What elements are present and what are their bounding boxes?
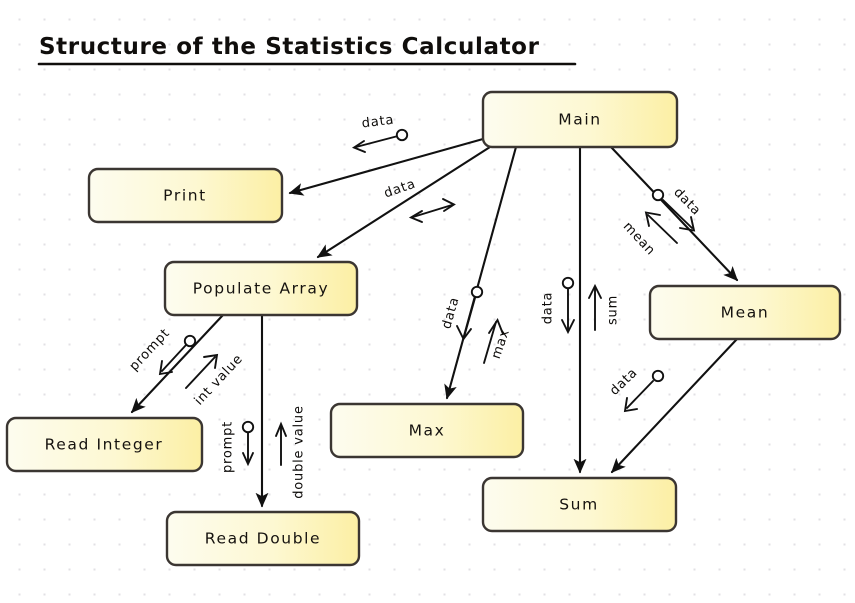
node-read-integer[interactable]: Read Integer [5,416,204,473]
node-read-double[interactable]: Read Double [165,510,361,567]
edge-main-populate-marker [408,198,456,223]
edge-main-max: data [439,145,518,400]
edge-readint-populate: int value [185,352,246,409]
edge-mean-sum: data [607,337,739,474]
page-title: Structure of the Statistics Calculator [37,34,577,66]
edge-main-print-label: data [361,113,395,132]
edge-readdbl-populate-label: double value [292,405,307,499]
edge-mean-main-label: mean [620,219,658,259]
edge-main-sum-label: data [541,292,556,324]
page-title-text: Structure of the Statistics Calculator [39,34,540,60]
edge-main-print-marker [351,128,409,153]
node-max[interactable]: Max [329,402,525,459]
diagram-canvas: Structure of the Statistics Calculator d… [0,0,855,603]
edge-sum-main-label: sum [606,295,621,325]
edge-main-sum: data [541,145,587,474]
node-max-label: Max [409,422,446,440]
node-mean[interactable]: Mean [648,284,842,341]
node-populate-array-label: Populate Array [193,280,329,298]
node-main[interactable]: Main [481,90,679,149]
edge-populate-readdbl-marker [241,420,255,467]
edge-main-max-label: data [439,295,462,330]
node-mean-label: Mean [721,304,770,322]
edge-main-print: data [288,113,485,196]
edge-mean-sum-line [610,337,739,474]
edge-main-max-line [444,145,518,400]
edge-main-mean-line [609,145,739,282]
edge-sum-main-marker [588,283,602,331]
edge-max-main: max [483,317,513,364]
edge-readdbl-populate: double value [275,405,307,499]
node-print-label: Print [163,187,207,205]
edge-main-populate-line [316,145,492,259]
edge-mean-sum-label: data [607,365,641,398]
edge-main-mean: data [609,145,739,282]
node-print[interactable]: Print [87,167,284,224]
node-populate-array[interactable]: Populate Array [163,260,359,317]
structure-diagram: Structure of the Statistics Calculator d… [5,34,842,567]
edge-main-populate: data [316,145,492,259]
node-sum-label: Sum [559,496,599,514]
edge-mean-main-marker [644,211,678,244]
node-main-label: Main [558,111,601,129]
edge-readint-populate-label: int value [192,352,246,409]
edge-mean-main: mean [620,211,678,259]
edge-populate-readdbl-label: prompt [221,421,236,473]
edge-populate-readdbl: prompt [221,313,269,508]
node-read-double-label: Read Double [205,530,321,548]
edge-sum-main: sum [588,283,621,331]
edge-readdbl-populate-marker [275,421,287,466]
node-read-integer-label: Read Integer [45,436,164,454]
edge-main-sum-marker [561,276,575,335]
node-sum[interactable]: Sum [481,476,678,533]
